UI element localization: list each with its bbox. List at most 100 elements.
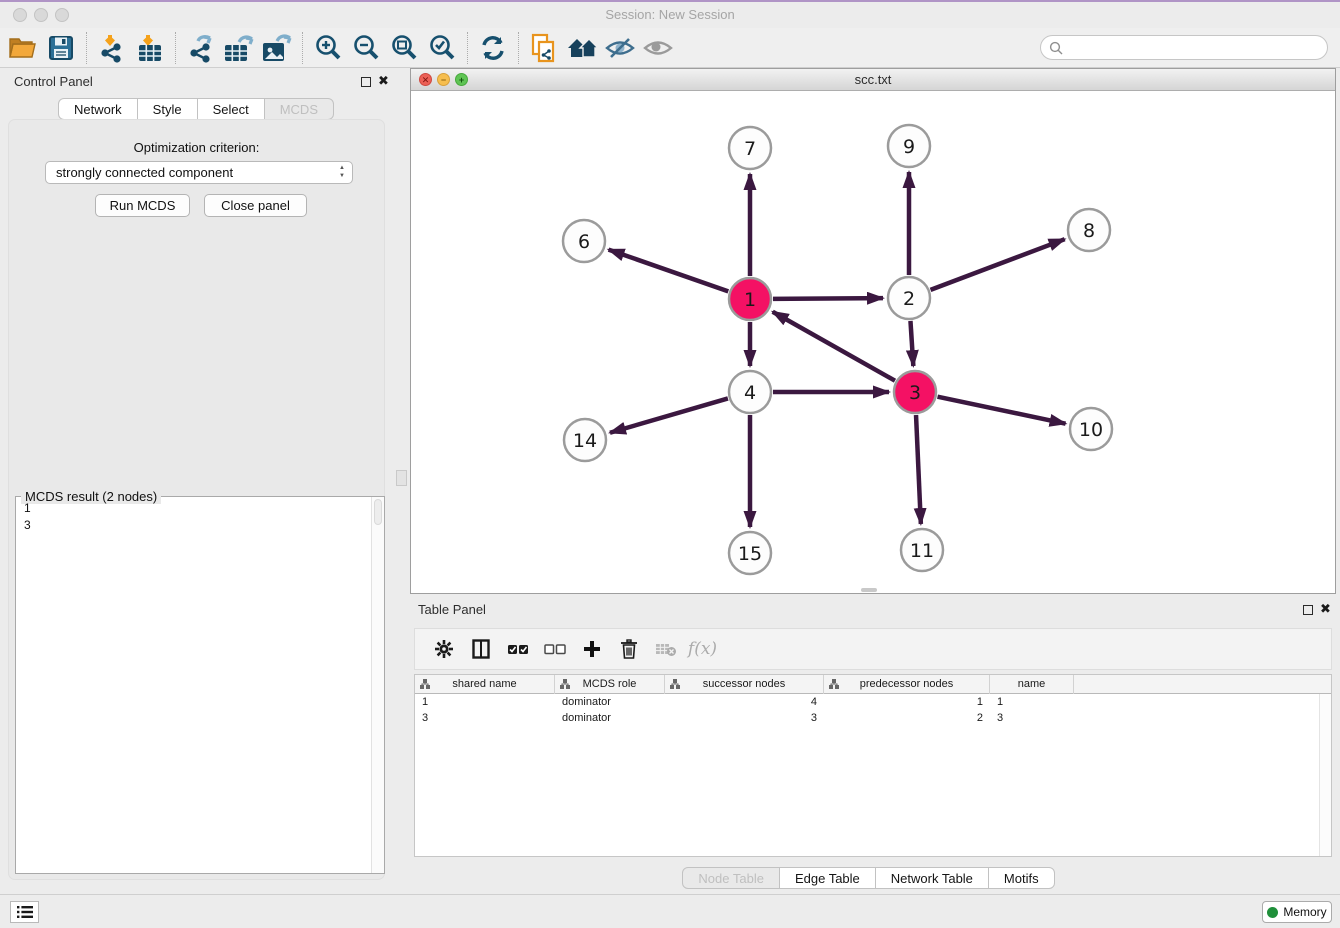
- search-field[interactable]: [1040, 35, 1328, 60]
- column-header-predecessor-nodes[interactable]: predecessor nodes: [824, 675, 990, 694]
- node-6[interactable]: 6: [563, 220, 605, 262]
- toolbar-separator: [302, 32, 303, 64]
- network-canvas[interactable]: 7 9 6 8 1 2 4 3 14 10 15 11: [411, 91, 1335, 593]
- network-view-window: ✕ − + scc.txt 7 9 6 8 1 2 4 3 14 10 15 11: [410, 68, 1336, 594]
- network-title: scc.txt: [411, 72, 1335, 87]
- network-window-titlebar[interactable]: ✕ − + scc.txt: [411, 69, 1335, 91]
- edge-3-11[interactable]: [916, 415, 921, 524]
- table-float-icon[interactable]: [1303, 605, 1313, 615]
- search-input[interactable]: [1068, 40, 1327, 55]
- zoom-fit-icon[interactable]: [385, 31, 423, 65]
- node-14[interactable]: 14: [564, 419, 606, 461]
- edge-2-8[interactable]: [931, 239, 1065, 290]
- table-row[interactable]: 3dominator323: [415, 710, 1331, 726]
- tab-select[interactable]: Select: [197, 98, 265, 120]
- select-all-icon[interactable]: [499, 632, 536, 666]
- table-tab-network-table[interactable]: Network Table: [875, 867, 989, 889]
- cell-name: 1: [990, 694, 1074, 710]
- table-tabs: Node TableEdge TableNetwork TableMotifs: [406, 867, 1332, 889]
- edge-1-6[interactable]: [609, 250, 729, 292]
- mcds-panel: Optimization criterion: strongly connect…: [8, 119, 385, 880]
- cell-name: 3: [990, 710, 1074, 726]
- node-10[interactable]: 10: [1070, 408, 1112, 450]
- svg-text:10: 10: [1079, 419, 1103, 441]
- column-visibility-icon[interactable]: [462, 632, 499, 666]
- table-tab-motifs[interactable]: Motifs: [988, 867, 1055, 889]
- tab-mcds[interactable]: MCDS: [264, 98, 334, 120]
- table-close-icon[interactable]: ✖: [1320, 601, 1331, 617]
- show-graphics-details-icon[interactable]: [639, 31, 677, 65]
- refresh-view-icon[interactable]: [474, 31, 512, 65]
- column-header-successor-nodes[interactable]: successor nodes: [665, 675, 824, 694]
- import-table-icon[interactable]: [131, 31, 169, 65]
- mcds-result-list[interactable]: 13: [16, 500, 370, 873]
- main-titlebar: Session: New Session: [0, 2, 1340, 28]
- float-panel-icon[interactable]: [361, 77, 371, 87]
- result-scrollbar[interactable]: [371, 497, 384, 873]
- edge-3-10[interactable]: [938, 397, 1066, 424]
- network-hscroll[interactable]: [861, 588, 877, 592]
- column-header-name[interactable]: name: [990, 675, 1074, 694]
- edge-1-2[interactable]: [773, 298, 883, 299]
- clone-network-icon[interactable]: [525, 31, 563, 65]
- zoom-selected-icon[interactable]: [423, 31, 461, 65]
- table-panel: Table Panel ✖ f(x): [406, 597, 1340, 892]
- table-tab-node-table[interactable]: Node Table: [682, 867, 780, 889]
- deselect-all-icon[interactable]: [536, 632, 573, 666]
- memory-button[interactable]: Memory: [1262, 901, 1332, 923]
- open-session-icon[interactable]: [4, 31, 42, 65]
- svg-text:15: 15: [738, 543, 762, 565]
- network-graph[interactable]: 7 9 6 8 1 2 4 3 14 10 15 11: [411, 91, 1335, 593]
- run-mcds-button[interactable]: Run MCDS: [95, 194, 190, 217]
- cell-predecessor-nodes: 1: [824, 694, 990, 710]
- edge-3-1[interactable]: [773, 312, 895, 381]
- node-8[interactable]: 8: [1068, 209, 1110, 251]
- node-11[interactable]: 11: [901, 529, 943, 571]
- hide-graphics-details-icon[interactable]: [601, 31, 639, 65]
- node-9[interactable]: 9: [888, 125, 930, 167]
- criterion-dropdown[interactable]: strongly connected component ▲▼: [45, 161, 353, 184]
- mcds-result-box: MCDS result (2 nodes) 13: [15, 496, 385, 874]
- task-history-button[interactable]: [10, 901, 39, 923]
- home-view-icon[interactable]: [563, 31, 601, 65]
- tab-style[interactable]: Style: [137, 98, 198, 120]
- svg-text:14: 14: [573, 430, 597, 452]
- node-1[interactable]: 1: [729, 278, 771, 320]
- svg-text:1: 1: [744, 289, 756, 311]
- table-body: 1dominator4113dominator323: [415, 694, 1331, 726]
- node-7[interactable]: 7: [729, 127, 771, 169]
- table-settings-icon[interactable]: [425, 632, 462, 666]
- delete-row-icon[interactable]: [610, 632, 647, 666]
- node-3[interactable]: 3: [894, 371, 936, 413]
- export-image-icon[interactable]: [258, 31, 296, 65]
- app-title: Session: New Session: [0, 7, 1340, 22]
- cell-predecessor-nodes: 2: [824, 710, 990, 726]
- table-tab-edge-table[interactable]: Edge Table: [779, 867, 876, 889]
- export-network-icon[interactable]: [182, 31, 220, 65]
- save-session-icon[interactable]: [42, 31, 80, 65]
- cell-successor-nodes: 4: [665, 694, 824, 710]
- column-header-mcds-role[interactable]: MCDS role: [555, 675, 665, 694]
- tab-network[interactable]: Network: [58, 98, 138, 120]
- edge-4-14[interactable]: [610, 398, 728, 432]
- node-4[interactable]: 4: [729, 371, 771, 413]
- table-row[interactable]: 1dominator411: [415, 694, 1331, 710]
- svg-text:2: 2: [903, 288, 915, 310]
- zoom-out-icon[interactable]: [347, 31, 385, 65]
- table-scrollbar[interactable]: [1319, 694, 1331, 856]
- add-row-icon[interactable]: [573, 632, 610, 666]
- svg-text:4: 4: [744, 382, 756, 404]
- node-15[interactable]: 15: [729, 532, 771, 574]
- close-panel-icon[interactable]: ✖: [378, 73, 389, 89]
- import-network-icon[interactable]: [93, 31, 131, 65]
- function-builder-icon: f(x): [684, 632, 721, 666]
- node-2[interactable]: 2: [888, 277, 930, 319]
- split-divider-handle[interactable]: [396, 470, 407, 486]
- export-table-icon[interactable]: [220, 31, 258, 65]
- zoom-in-icon[interactable]: [309, 31, 347, 65]
- column-header-shared-name[interactable]: shared name: [415, 675, 555, 694]
- edge-2-3[interactable]: [910, 321, 913, 366]
- close-panel-button[interactable]: Close panel: [204, 194, 307, 217]
- cell-successor-nodes: 3: [665, 710, 824, 726]
- toolbar-separator: [467, 32, 468, 64]
